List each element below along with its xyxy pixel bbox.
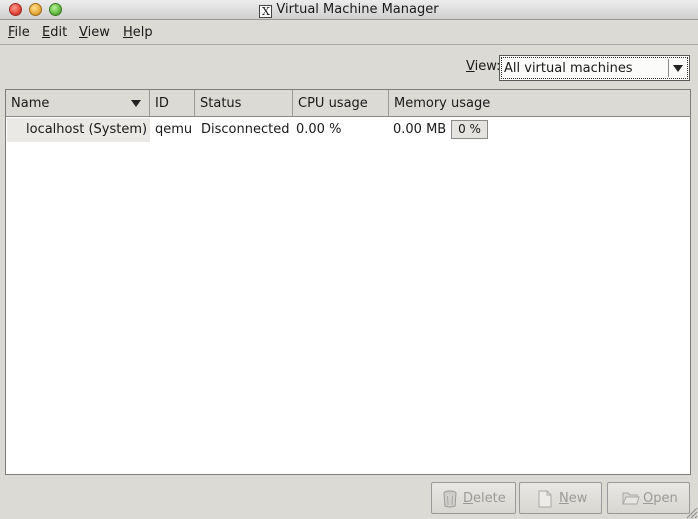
view-filter-value: All virtual machines	[504, 61, 633, 76]
column-header-status[interactable]: Status	[195, 90, 293, 116]
column-header-id[interactable]: ID	[150, 90, 195, 116]
cell-status: Disconnected	[201, 122, 290, 137]
resize-grip-icon[interactable]	[684, 505, 698, 519]
window-title: Virtual Machine Manager	[276, 2, 439, 17]
vm-list-table[interactable]: Name ID Status CPU usage Memory usage lo…	[5, 89, 691, 475]
column-header-cpu-usage[interactable]: CPU usage	[293, 90, 389, 116]
trash-can-icon	[443, 490, 457, 508]
column-header-label: Memory usage	[394, 96, 491, 111]
menu-help[interactable]: Help	[123, 25, 153, 40]
menu-view[interactable]: View	[79, 25, 110, 40]
table-header: Name ID Status CPU usage Memory usage	[6, 90, 690, 117]
table-row[interactable]: localhost (System) qemu Disconnected 0.0…	[6, 118, 690, 142]
menu-bar: File Edit View Help	[0, 21, 698, 45]
open-button[interactable]: Open	[607, 482, 690, 514]
cell-id: qemu	[155, 122, 193, 137]
dropdown-separator	[668, 59, 669, 77]
new-button-label: New	[559, 491, 588, 506]
column-header-name[interactable]: Name	[6, 90, 150, 116]
open-button-label: Open	[643, 491, 678, 506]
window-title-area: X Virtual Machine Manager	[0, 2, 698, 18]
new-button[interactable]: New	[519, 482, 602, 514]
x11-logo-icon: X	[259, 5, 273, 18]
menu-edit[interactable]: Edit	[42, 25, 67, 40]
cell-cpu-usage: 0.00 %	[296, 122, 342, 137]
column-header-label: Name	[11, 96, 50, 111]
folder-open-icon	[622, 492, 640, 505]
column-header-label: Status	[200, 96, 242, 111]
title-bar: X Virtual Machine Manager	[0, 0, 698, 20]
memory-usage-bar: 0 %	[451, 120, 488, 139]
column-header-label: CPU usage	[298, 96, 368, 111]
cell-name: localhost (System)	[7, 118, 150, 142]
menu-file[interactable]: File	[8, 25, 30, 40]
new-document-icon	[538, 490, 552, 508]
view-filter-label: View:	[466, 59, 501, 74]
column-header-label: ID	[155, 96, 169, 111]
chevron-down-icon	[673, 65, 683, 72]
sort-descending-icon	[131, 100, 141, 107]
cell-memory-usage: 0.00 MB	[393, 122, 447, 137]
delete-button-label: Delete	[463, 491, 506, 506]
delete-button[interactable]: Delete	[431, 482, 516, 514]
column-header-memory-usage[interactable]: Memory usage	[389, 90, 690, 116]
view-filter-dropdown[interactable]: All virtual machines	[499, 55, 690, 81]
